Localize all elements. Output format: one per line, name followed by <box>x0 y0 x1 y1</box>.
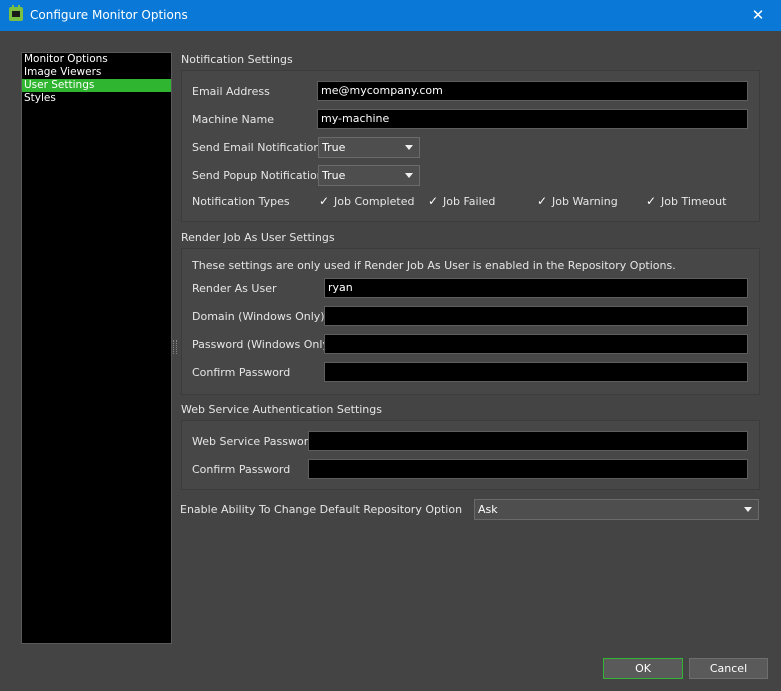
web-service-confirm-password-label: Confirm Password <box>192 463 291 476</box>
web-service-password-label: Web Service Password <box>192 435 316 448</box>
close-icon[interactable]: ✕ <box>735 0 781 31</box>
render-as-user-field[interactable]: ryan <box>324 278 748 298</box>
render-as-user-label: Render As User <box>192 282 277 295</box>
web-service-settings-title: Web Service Authentication Settings <box>181 403 382 416</box>
machine-name-label: Machine Name <box>192 113 274 126</box>
web-service-password-field[interactable] <box>308 431 748 451</box>
deadline-monitor-icon <box>9 5 23 21</box>
confirm-password-field[interactable] <box>324 362 748 382</box>
repository-option-value: Ask <box>478 503 498 516</box>
repository-option-dropdown[interactable]: Ask <box>474 499 759 520</box>
send-popup-notifications-label: Send Popup Notifications <box>192 169 330 182</box>
job-completed-label: Job Completed <box>334 194 415 208</box>
render-as-user-settings-title: Render Job As User Settings <box>181 231 335 244</box>
notification-settings-title: Notification Settings <box>181 53 293 66</box>
domain-label: Domain (Windows Only) <box>192 310 325 323</box>
password-label: Password (Windows Only) <box>192 338 334 351</box>
splitter-handle[interactable] <box>173 340 177 354</box>
confirm-password-label: Confirm Password <box>192 366 291 379</box>
email-address-field[interactable]: me@mycompany.com <box>317 81 748 101</box>
repository-option-label: Enable Ability To Change Default Reposit… <box>180 503 463 516</box>
checkmark-icon: ✓ <box>427 194 439 208</box>
title-bar: Configure Monitor Options ✕ <box>0 0 781 31</box>
notification-types-label: Notification Types <box>192 195 290 208</box>
checkmark-icon: ✓ <box>536 194 548 208</box>
options-category-list[interactable]: Monitor Options Image Viewers User Setti… <box>21 52 172 644</box>
chevron-down-icon <box>405 145 413 150</box>
email-address-label: Email Address <box>192 85 270 98</box>
send-email-notifications-dropdown[interactable]: True <box>318 137 420 158</box>
machine-name-field[interactable]: my-machine <box>317 109 748 129</box>
job-timeout-checkbox[interactable]: ✓ Job Timeout <box>645 194 726 208</box>
job-timeout-label: Job Timeout <box>661 194 727 208</box>
send-email-notifications-label: Send Email Notifications <box>192 141 327 154</box>
send-popup-notifications-dropdown[interactable]: True <box>318 165 420 186</box>
chevron-down-icon <box>405 173 413 178</box>
password-field[interactable] <box>324 334 748 354</box>
job-warning-checkbox[interactable]: ✓ Job Warning <box>536 194 618 208</box>
send-email-notifications-value: True <box>322 141 346 154</box>
job-completed-checkbox[interactable]: ✓ Job Completed <box>318 194 414 208</box>
cancel-button[interactable]: Cancel <box>689 658 768 679</box>
send-popup-notifications-value: True <box>322 169 346 182</box>
ok-button[interactable]: OK <box>603 658 683 679</box>
sidebar-item-styles[interactable]: Styles <box>22 92 171 105</box>
sidebar-item-image-viewers[interactable]: Image Viewers <box>22 66 171 79</box>
job-failed-label: Job Failed <box>443 194 496 208</box>
web-service-confirm-password-field[interactable] <box>308 459 748 479</box>
sidebar-item-user-settings[interactable]: User Settings <box>22 79 171 92</box>
render-as-user-note: These settings are only used if Render J… <box>192 259 676 272</box>
chevron-down-icon <box>744 507 752 512</box>
job-failed-checkbox[interactable]: ✓ Job Failed <box>427 194 495 208</box>
sidebar-item-monitor-options[interactable]: Monitor Options <box>22 53 171 66</box>
window-title: Configure Monitor Options <box>30 8 188 22</box>
checkmark-icon: ✓ <box>318 194 330 208</box>
checkmark-icon: ✓ <box>645 194 657 208</box>
domain-field[interactable] <box>324 306 748 326</box>
job-warning-label: Job Warning <box>552 194 618 208</box>
